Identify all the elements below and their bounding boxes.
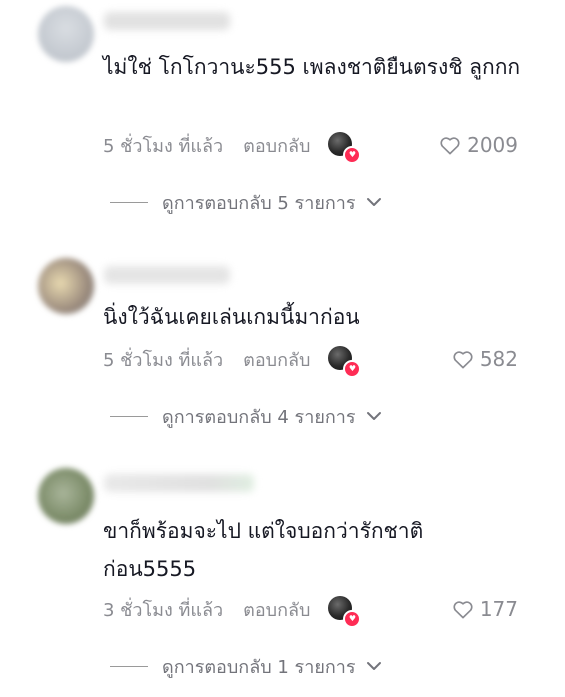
comment-text: ไม่ใช่ โกโกวานะ555 เพลงชาติยืนตรงชิ ลูกก… <box>103 55 521 79</box>
view-replies-label: ดูการตอบกลับ 5 รายการ <box>162 192 356 214</box>
avatar[interactable] <box>38 468 94 524</box>
creator-liked-badge: ♥ <box>328 596 362 628</box>
like-count: 2009 <box>467 133 518 157</box>
avatar[interactable] <box>38 258 94 314</box>
creator-liked-heart-icon: ♥ <box>343 610 362 628</box>
like-button[interactable]: 582 <box>452 347 518 371</box>
heart-outline-icon <box>453 351 473 369</box>
comment-text: ขาก็พร้อมจะไป แต่ใจบอกว่ารักชาติก่อน5555 <box>103 519 424 581</box>
chevron-down-icon <box>366 198 381 206</box>
creator-liked-badge: ♥ <box>328 132 362 164</box>
username-blurred[interactable] <box>104 266 230 284</box>
view-replies-button[interactable]: ดูการตอบกลับ 5 รายการ <box>110 188 382 216</box>
view-replies-button[interactable]: ดูการตอบกลับ 4 รายการ <box>110 402 382 430</box>
view-replies-label: ดูการตอบกลับ 1 รายการ <box>162 656 356 678</box>
comment-time: 3 ชั่วโมง ที่แล้ว <box>103 599 224 621</box>
reply-button[interactable]: ตอบกลับ <box>243 595 310 624</box>
divider-line <box>110 665 148 667</box>
comment-meta: 5 ชั่วโมง ที่แล้ว ตอบกลับ ♥ 2009 <box>103 130 565 164</box>
comment-text: นิ่งใว้ฉันเคยเล่นเกมนี้มาก่อน <box>103 305 360 329</box>
comment-meta: 5 ชั่วโมง ที่แล้ว ตอบกลับ ♥ 582 <box>103 344 565 378</box>
view-replies-label: ดูการตอบกลับ 4 รายการ <box>162 406 356 428</box>
heart-outline-icon <box>440 137 460 155</box>
chevron-down-icon <box>366 662 381 670</box>
username-blurred[interactable] <box>104 12 230 30</box>
like-button[interactable]: 2009 <box>439 133 518 157</box>
comment-time: 5 ชั่วโมง ที่แล้ว <box>103 135 224 157</box>
reply-button[interactable]: ตอบกลับ <box>243 345 310 374</box>
like-button[interactable]: 177 <box>452 597 518 621</box>
divider-line <box>110 201 148 203</box>
reply-button[interactable]: ตอบกลับ <box>243 131 310 160</box>
heart-outline-icon <box>453 601 473 619</box>
comment-time: 5 ชั่วโมง ที่แล้ว <box>103 349 224 371</box>
creator-liked-heart-icon: ♥ <box>343 360 362 378</box>
like-count: 177 <box>479 597 518 621</box>
like-count: 582 <box>479 347 518 371</box>
divider-line <box>110 415 148 417</box>
username-blurred[interactable] <box>104 474 254 492</box>
creator-liked-badge: ♥ <box>328 346 362 378</box>
comment-meta: 3 ชั่วโมง ที่แล้ว ตอบกลับ ♥ 177 <box>103 594 565 628</box>
chevron-down-icon <box>366 412 381 420</box>
view-replies-button[interactable]: ดูการตอบกลับ 1 รายการ <box>110 652 382 680</box>
creator-liked-heart-icon: ♥ <box>343 146 362 164</box>
avatar[interactable] <box>38 6 94 62</box>
